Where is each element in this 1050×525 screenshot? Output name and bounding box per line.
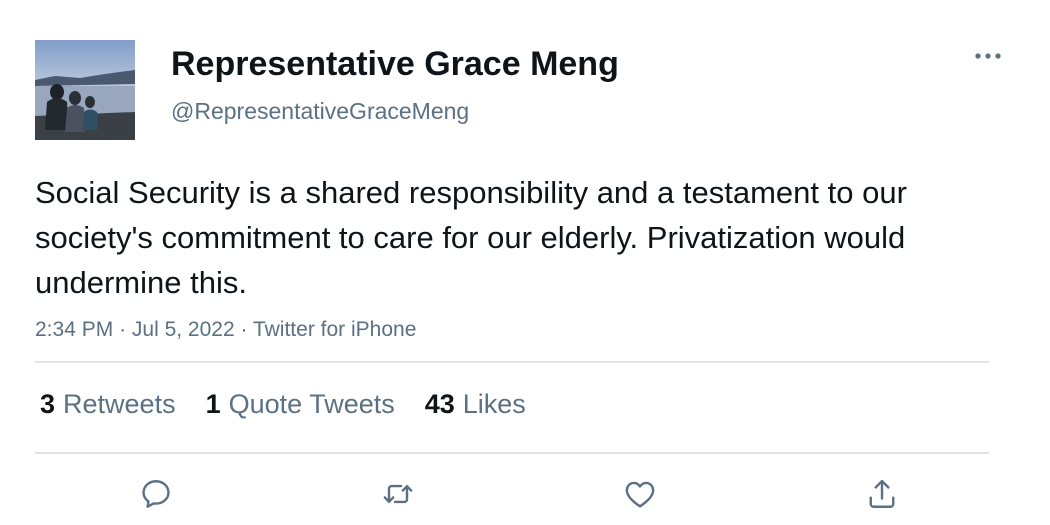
reply-icon — [142, 480, 170, 508]
tweet-meta: 2:34 PM · Jul 5, 2022 · Twitter for iPho… — [35, 316, 416, 344]
meta-separator: · — [240, 318, 248, 341]
author-name[interactable]: Representative Grace Meng — [171, 44, 619, 84]
action-bar — [0, 474, 1050, 514]
avatar-image — [35, 40, 135, 140]
retweets-count: 3 — [40, 388, 56, 419]
retweets-label: Retweets — [63, 388, 176, 419]
quote-tweets-stat[interactable]: 1 Quote Tweets — [206, 389, 395, 420]
like-button[interactable] — [620, 474, 660, 514]
retweet-icon — [383, 484, 413, 504]
likes-label: Likes — [462, 388, 526, 419]
likes-count: 43 — [424, 388, 455, 419]
tweet-text: Social Security is a shared responsibili… — [35, 175, 907, 300]
divider — [35, 361, 989, 363]
meta-separator: · — [119, 318, 127, 341]
divider — [35, 452, 989, 454]
reply-button[interactable] — [136, 474, 176, 514]
share-icon — [869, 479, 895, 508]
tweet-source[interactable]: Twitter for iPhone — [253, 318, 416, 341]
retweet-button[interactable] — [378, 474, 418, 514]
quote-tweets-count: 1 — [205, 388, 221, 419]
share-button[interactable] — [862, 474, 902, 514]
tweet-date[interactable]: Jul 5, 2022 — [132, 318, 235, 341]
avatar[interactable] — [35, 40, 135, 140]
retweets-stat[interactable]: 3 Retweets — [40, 389, 176, 420]
likes-stat[interactable]: 43 Likes — [425, 389, 526, 420]
author-handle[interactable]: @RepresentativeGraceMeng — [171, 97, 469, 125]
quote-tweets-label: Quote Tweets — [228, 388, 395, 419]
more-options-button[interactable] — [968, 44, 1008, 68]
heart-icon — [625, 481, 655, 508]
engagement-stats: 3 Retweets 1 Quote Tweets 43 Likes — [40, 386, 556, 422]
tweet-time[interactable]: 2:34 PM — [35, 318, 113, 341]
more-horizontal-icon — [975, 53, 1001, 59]
